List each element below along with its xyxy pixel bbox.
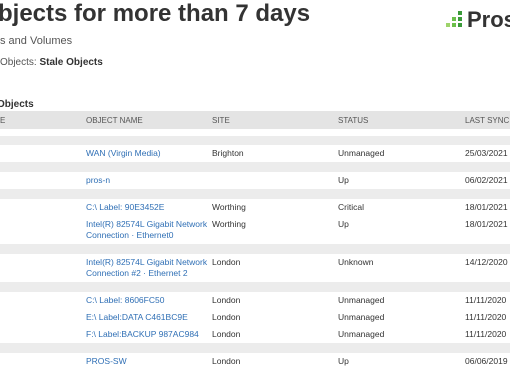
object-name-link[interactable]: C:\ Label: 8606FC50 [86, 292, 212, 309]
last-sync-cell: 06/06/2019 [465, 353, 510, 370]
filter-summary: Objects: Stale Objects [0, 57, 103, 68]
status-cell: Unknown [338, 254, 465, 282]
column-header-object-name[interactable]: OBJECT NAME [86, 111, 212, 129]
status-cell: Up [338, 216, 465, 244]
last-sync-cell: 18/01/2021 [465, 199, 510, 216]
table-row[interactable]: Intel(R) 82574L Gigabit Network Connecti… [0, 216, 510, 244]
last-sync-cell: 11/11/2020 [465, 309, 510, 326]
last-sync-cell: 11/11/2020 [465, 326, 510, 343]
site-cell: Worthing [212, 199, 338, 216]
status-cell: Unmanaged [338, 309, 465, 326]
object-name-link[interactable]: Intel(R) 82574L Gigabit Network Connecti… [86, 216, 212, 244]
objects-table: E OBJECT NAME SITE STATUS LAST SYNC WAN … [0, 111, 510, 370]
table-row[interactable]: WAN (Virgin Media) Brighton Unmanaged 25… [0, 145, 510, 162]
last-sync-cell: 06/02/2021 [465, 172, 510, 189]
site-cell: London [212, 326, 338, 343]
object-name-link[interactable]: F:\ Label:BACKUP 987AC984 [86, 326, 212, 343]
brand-logo: Pros [446, 7, 510, 32]
object-name-link[interactable]: E:\ Label:DATA C461BC9E [86, 309, 212, 326]
status-cell: Unmanaged [338, 326, 465, 343]
object-name-link[interactable]: Intel(R) 82574L Gigabit Network Connecti… [86, 254, 212, 282]
table-row[interactable]: C:\ Label: 8606FC50 London Unmanaged 11/… [0, 292, 510, 309]
column-header-site[interactable]: SITE [212, 111, 338, 129]
section-title: Objects [0, 99, 34, 110]
logo-mark-icon [446, 11, 464, 29]
status-cell: Unmanaged [338, 145, 465, 162]
site-cell: Brighton [212, 145, 338, 162]
page-title: bjects for more than 7 days [0, 0, 311, 27]
page-subtitle: s and Volumes [0, 35, 73, 47]
site-cell: London [212, 353, 338, 370]
site-cell [212, 172, 338, 189]
table-row[interactable]: PROS-SW London Up 06/06/2019 [0, 353, 510, 370]
object-name-link[interactable]: WAN (Virgin Media) [86, 145, 212, 162]
column-header-status[interactable]: STATUS [338, 111, 465, 129]
object-name-link[interactable]: pros-n [86, 172, 212, 189]
table-row[interactable]: F:\ Label:BACKUP 987AC984 London Unmanag… [0, 326, 510, 343]
site-cell: London [212, 254, 338, 282]
last-sync-cell: 25/03/2021 [465, 145, 510, 162]
site-cell: London [212, 309, 338, 326]
status-cell: Critical [338, 199, 465, 216]
column-header-last-sync[interactable]: LAST SYNC [465, 111, 510, 129]
filter-value: Stale Objects [39, 57, 103, 68]
status-cell: Up [338, 353, 465, 370]
last-sync-cell: 18/01/2021 [465, 216, 510, 244]
filter-label: Objects: [0, 57, 37, 68]
last-sync-cell: 14/12/2020 [465, 254, 510, 282]
table-row[interactable]: pros-n Up 06/02/2021 [0, 172, 510, 189]
column-header-type[interactable]: E [0, 111, 86, 129]
logo-text: Pros [467, 7, 510, 32]
status-cell: Unmanaged [338, 292, 465, 309]
site-cell: London [212, 292, 338, 309]
table-row[interactable]: E:\ Label:DATA C461BC9E London Unmanaged… [0, 309, 510, 326]
site-cell: Worthing [212, 216, 338, 244]
table-row[interactable]: C:\ Label: 90E3452E Worthing Critical 18… [0, 199, 510, 216]
last-sync-cell: 11/11/2020 [465, 292, 510, 309]
status-cell: Up [338, 172, 465, 189]
table-row[interactable]: Intel(R) 82574L Gigabit Network Connecti… [0, 254, 510, 282]
object-name-link[interactable]: PROS-SW [86, 353, 212, 370]
object-name-link[interactable]: C:\ Label: 90E3452E [86, 199, 212, 216]
table-header-row: E OBJECT NAME SITE STATUS LAST SYNC [0, 111, 510, 129]
